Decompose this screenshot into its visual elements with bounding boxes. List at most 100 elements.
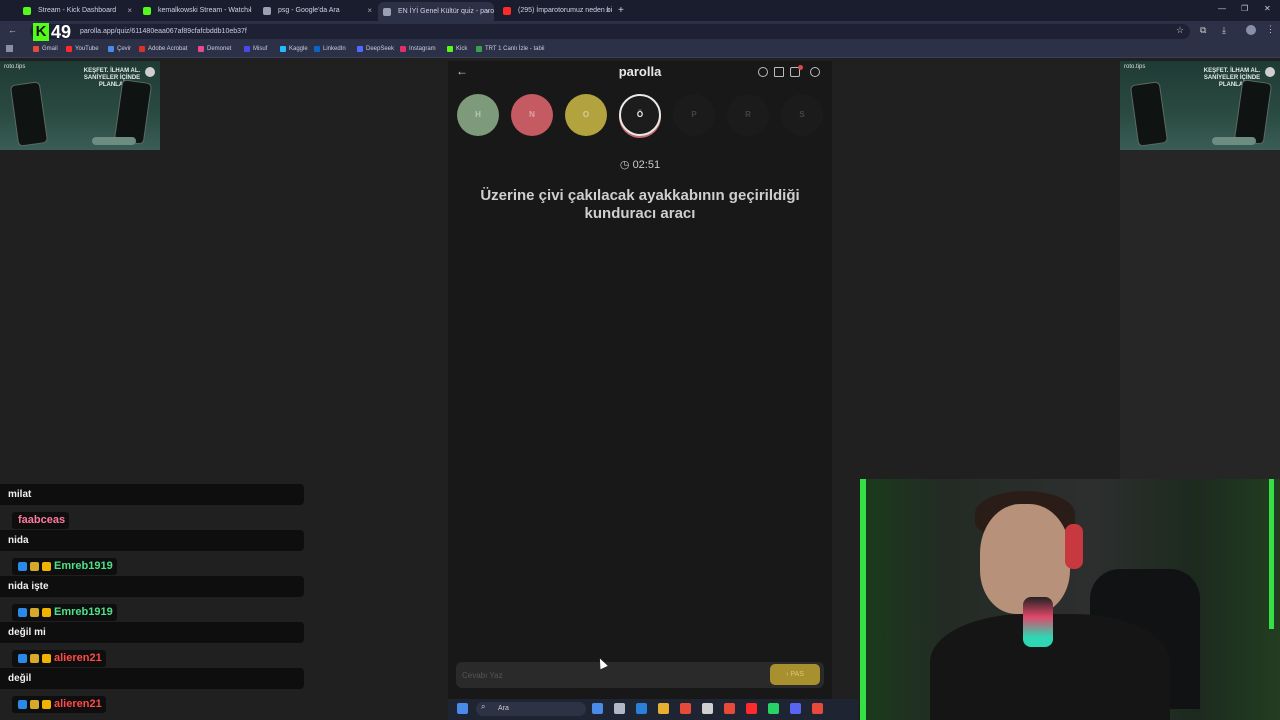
bookmark-item[interactable]: DeepSeek	[357, 46, 394, 52]
tab-close-icon[interactable]: ×	[247, 3, 252, 19]
bookmarks-bar	[0, 42, 1280, 58]
chat-message: milat	[0, 484, 304, 505]
bookmark-label: Misuf	[253, 46, 268, 52]
bookmark-item[interactable]: YouTube	[66, 46, 99, 52]
bookmark-item[interactable]: Instagram	[400, 46, 436, 52]
bookmark-item[interactable]: Misuf	[244, 46, 267, 52]
ad-cta-button[interactable]	[1212, 137, 1256, 145]
browser-tab[interactable]: kemalkowski Stream - Watch l ×	[138, 3, 256, 19]
bookmark-label: DeepSeek	[366, 46, 395, 52]
apps-grid-icon[interactable]	[6, 45, 13, 52]
ad-banner-right[interactable]: roto.tips KEŞFET. İLHAM AL. SANİYELER İÇ…	[1120, 61, 1280, 150]
browser-tab[interactable]: EN İYİ Genel Kültür quiz - paro ×	[378, 2, 494, 21]
ad-phone-image	[1233, 79, 1273, 145]
badge-icon	[18, 562, 27, 571]
chat-message: değil	[0, 668, 304, 689]
minimize-icon[interactable]: —	[1218, 4, 1226, 13]
bookmark-label: Gmail	[42, 46, 58, 52]
bookmark-icon	[357, 46, 363, 52]
answer-input[interactable]	[462, 666, 762, 684]
ad-close-icon[interactable]	[1265, 67, 1275, 77]
stats-icon[interactable]	[774, 67, 784, 77]
taskbar-app-icon[interactable]	[680, 703, 691, 714]
ad-brand: roto.tips	[4, 64, 26, 70]
taskbar-app-icon[interactable]	[614, 703, 625, 714]
browser-tab[interactable]: Stream - Kick Dashboard ×	[18, 3, 136, 19]
bookmark-item[interactable]: Adobe Acrobat	[139, 46, 187, 52]
ad-brand: roto.tips	[1124, 64, 1146, 70]
close-window-icon[interactable]: ✕	[1264, 4, 1271, 13]
ad-banner-left[interactable]: roto.tips KEŞFET. İLHAM AL. SANİYELER İÇ…	[0, 61, 160, 150]
username-label: Emreb1919	[54, 560, 113, 572]
taskbar-app-icon[interactable]	[746, 703, 757, 714]
badge-icon	[42, 608, 51, 617]
bookmark-label: Kaggle	[289, 46, 308, 52]
badge-icon	[18, 654, 27, 663]
star-icon[interactable]: ☆	[1176, 25, 1184, 36]
back-nav-icon[interactable]: ←	[8, 25, 17, 35]
chat-message: değil mi	[0, 622, 304, 643]
bookmark-label: Kick	[456, 46, 468, 52]
username-label: Emreb1919	[54, 606, 113, 618]
taskbar-app-icon[interactable]	[768, 703, 779, 714]
ad-close-icon[interactable]	[145, 67, 155, 77]
letter-bubble: N	[511, 94, 553, 136]
bookmark-item[interactable]: Gmail	[33, 46, 58, 52]
viewer-count: 49	[51, 21, 72, 42]
bookmark-icon	[244, 46, 250, 52]
quiz-panel	[448, 61, 832, 700]
menu-kebab-icon[interactable]: ⋮	[1266, 24, 1275, 35]
bookmark-icon	[314, 46, 320, 52]
chat-username[interactable]: alieren21	[12, 696, 106, 713]
tab-favicon-icon	[23, 7, 31, 15]
ad-cta-button[interactable]	[92, 137, 136, 145]
taskbar-app-icon[interactable]	[702, 703, 713, 714]
download-icon[interactable]: ⤓	[1222, 25, 1226, 36]
bookmark-icon	[447, 46, 453, 52]
bookmark-item[interactable]: TRT 1 Canlı İzle - tabii	[476, 46, 544, 52]
taskbar-app-icon[interactable]	[812, 703, 823, 714]
bookmark-item[interactable]: Kaggle	[280, 46, 308, 52]
letter-bubble: H	[457, 94, 499, 136]
tab-close-icon[interactable]: ×	[485, 2, 490, 21]
new-tab-button[interactable]: +	[614, 3, 630, 19]
maximize-icon[interactable]: ❐	[1241, 4, 1248, 13]
bookmark-label: YouTube	[75, 46, 99, 52]
tab-title: kemalkowski Stream - Watch l	[158, 7, 252, 14]
badge-icon	[30, 654, 39, 663]
bookmark-icon	[476, 46, 482, 52]
taskbar-search[interactable]: Ara	[476, 702, 586, 716]
taskbar-app-icon[interactable]	[790, 703, 801, 714]
tab-title: (295) İmparotorumuz neden bi	[518, 7, 613, 14]
tab-close-icon[interactable]: ×	[367, 3, 372, 19]
tab-favicon-icon	[263, 7, 271, 15]
bookmark-label: Adobe Acrobat	[148, 46, 188, 52]
bookmark-item[interactable]: Demonet	[198, 46, 231, 52]
browser-tab[interactable]: (295) İmparotorumuz neden bi ×	[498, 3, 614, 19]
taskbar-app-icon[interactable]	[724, 703, 735, 714]
bookmark-item[interactable]: LinkedIn	[314, 46, 346, 52]
chat-username[interactable]: faabceas	[12, 512, 70, 529]
extensions-icon[interactable]: ⧉	[1200, 25, 1206, 36]
chat-username[interactable]: Emreb1919	[12, 604, 117, 621]
chat-username[interactable]: alieren21	[12, 650, 106, 667]
tab-close-icon[interactable]: ×	[127, 3, 132, 19]
tab-close-icon[interactable]: ×	[605, 3, 610, 19]
taskbar-app-icon[interactable]	[636, 703, 647, 714]
account-icon[interactable]	[810, 67, 820, 77]
taskbar-app-icon[interactable]	[592, 703, 603, 714]
chat-username[interactable]: Emreb1919	[12, 558, 117, 575]
tab-favicon-icon	[143, 7, 151, 15]
info-icon[interactable]	[758, 67, 768, 77]
notification-dot	[798, 65, 803, 70]
pass-button[interactable]: › PAS	[770, 664, 820, 685]
taskbar-app-icon[interactable]	[658, 703, 669, 714]
browser-tab[interactable]: psg - Google'da Ara ×	[258, 3, 376, 19]
letter-bubble: Ö	[619, 94, 661, 136]
username-label: alieren21	[54, 652, 102, 664]
profile-avatar[interactable]	[1246, 25, 1256, 35]
back-arrow-icon[interactable]: ←	[456, 64, 468, 78]
start-icon[interactable]	[457, 703, 468, 714]
bookmark-item[interactable]: Çevir	[108, 46, 131, 52]
bookmark-item[interactable]: Kick	[447, 46, 467, 52]
